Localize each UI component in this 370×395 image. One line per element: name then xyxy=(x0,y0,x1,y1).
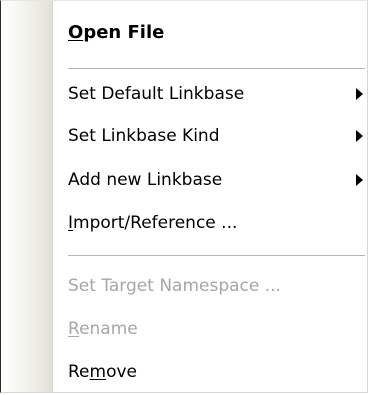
menu-item-label: Set Default Linkbase xyxy=(68,84,245,104)
menu-item-label: Add new Linkbase xyxy=(68,170,223,190)
menu-item-label: Set Target Namespace ... xyxy=(68,276,281,296)
menu-item-label: mport/Reference ... xyxy=(73,213,238,233)
menu-item-import-reference[interactable]: Import/Reference ... xyxy=(68,202,367,244)
mnemonic-r: R xyxy=(68,319,80,339)
menu-item-remove[interactable]: Remove xyxy=(68,351,367,393)
menu-separator xyxy=(68,68,365,70)
menu-item-label: ename xyxy=(79,319,138,339)
menu-item-label: Set Linkbase Kind xyxy=(68,126,220,146)
menu-separator xyxy=(68,255,365,257)
menu-item-label-before: Re xyxy=(68,362,90,382)
mnemonic-m: m xyxy=(89,362,107,382)
menu-item-rename: Rename xyxy=(68,308,367,350)
menu-icon-gutter xyxy=(2,1,53,392)
menu-item-add-new-linkbase[interactable]: Add new Linkbase xyxy=(68,159,367,201)
menu-item-set-linkbase-kind[interactable]: Set Linkbase Kind xyxy=(68,115,367,157)
menu-item-set-target-namespace: Set Target Namespace ... xyxy=(68,265,367,307)
mnemonic-o: O xyxy=(68,22,84,43)
context-menu: Open File Set Default Linkbase Set Linkb… xyxy=(0,0,368,393)
submenu-arrow-icon xyxy=(356,130,363,142)
submenu-arrow-icon xyxy=(356,174,363,186)
menu-item-open-file[interactable]: Open File xyxy=(68,12,367,54)
menu-item-label: pen File xyxy=(83,22,165,43)
submenu-arrow-icon xyxy=(356,88,363,100)
menu-item-label-after: ove xyxy=(106,362,137,382)
menu-item-set-default-linkbase[interactable]: Set Default Linkbase xyxy=(68,73,367,115)
